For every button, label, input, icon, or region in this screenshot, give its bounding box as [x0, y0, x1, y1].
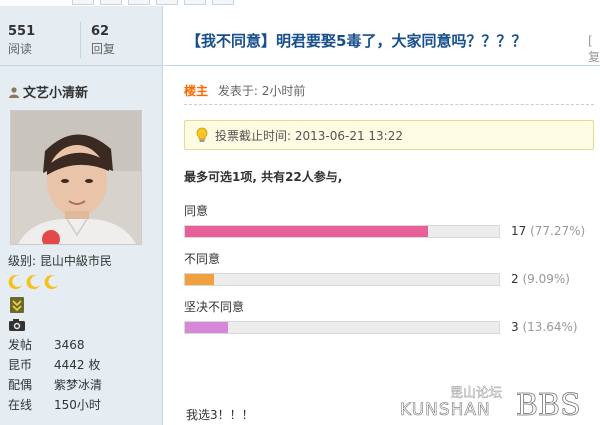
meta-divider [184, 104, 594, 105]
author-name-row[interactable]: 文艺小清新 [8, 82, 88, 101]
poll-summary: 最多可选1项, 共有22人参与, [184, 170, 343, 184]
thread-stats: 551 阅读 62 回复 [0, 6, 163, 66]
info-key: 配偶 [8, 378, 33, 392]
pager-button[interactable] [212, 0, 234, 5]
poll-option: 同意 17 (77.27%) [184, 203, 585, 238]
moon-icon [8, 275, 22, 290]
poll-bar-fill [185, 226, 428, 237]
watermark-bbs: BBS [516, 388, 581, 420]
replies-stat: 62 回复 [91, 24, 115, 58]
moon-icon [26, 275, 40, 290]
pager-button[interactable] [184, 0, 206, 5]
info-key: 发帖 [8, 338, 33, 352]
avatar-photo [11, 111, 141, 244]
info-row-coins: 昆币 4442 枚 [8, 355, 102, 375]
poll-bar-track [184, 273, 500, 286]
author-sidebar: 551 阅读 62 回复 文艺小清新 级别: 昆山中級市民 发帖 3468 昆币… [0, 6, 163, 425]
vote-deadline-box: 投票截止时间: 2013-06-21 13:22 [184, 120, 594, 150]
avatar[interactable] [10, 110, 142, 245]
kunshan-bbs-watermark: 昆山论坛 KUNSHAN BBS [400, 386, 581, 420]
views-stat: 551 阅读 [8, 24, 35, 58]
info-key: 昆币 [8, 358, 33, 372]
rank-moons [8, 274, 60, 290]
poll-option-percent: (9.09%) [522, 272, 570, 286]
info-row-posts: 发帖 3468 [8, 335, 102, 355]
poll-option-label: 同意 [184, 204, 209, 218]
watermark-en: KUNSHAN [400, 400, 491, 420]
moon-icon [44, 275, 58, 290]
vote-deadline-text: 投票截止时间: 2013-06-21 13:22 [215, 128, 403, 143]
post-meta: 楼主 发表于: 2小时前 [184, 82, 305, 99]
pager-button[interactable] [156, 0, 178, 5]
info-key: 在线 [8, 398, 33, 412]
author-info: 发帖 3468 昆币 4442 枚 配偶 紫梦冰清 在线 150小时 [8, 335, 102, 415]
poll-option-label: 坚决不同意 [184, 300, 245, 314]
info-value: 3468 [54, 338, 85, 352]
info-value: 紫梦冰清 [54, 378, 103, 392]
floor-label: 楼主 [184, 84, 209, 98]
poll-bar-fill [185, 274, 214, 285]
watermark-cn: 昆山论坛 [450, 386, 502, 401]
level-name-link[interactable]: 昆山中級市民 [40, 254, 112, 268]
replies-label: 回复 [91, 42, 116, 56]
thread-title-bar: 【我不同意】明君要娶5毒了，大家同意吗？？？？ [ 复 [164, 6, 600, 66]
stats-divider [80, 22, 81, 58]
poll-option-count: 17 [511, 224, 527, 238]
poll-option: 不同意 2 (9.09%) [184, 251, 570, 286]
camera-icon[interactable] [8, 318, 26, 335]
post-time: 发表于: 2小时前 [217, 84, 306, 98]
info-value: 4442 枚 [54, 358, 101, 372]
info-row-spouse: 配偶 紫梦冰清 [8, 375, 102, 395]
poll-option-result: 17 (77.27%) [511, 224, 585, 238]
poll-option-result: 2 (9.09%) [511, 272, 570, 286]
poll-option-count: 3 [511, 320, 519, 334]
views-label: 阅读 [8, 42, 33, 56]
replies-count: 62 [91, 24, 110, 39]
medal-icon[interactable] [8, 296, 26, 317]
pager-button[interactable] [128, 0, 150, 5]
poll-option: 坚决不同意 3 (13.64%) [184, 299, 578, 334]
info-row-online: 在线 150小时 [8, 395, 102, 415]
views-count: 551 [8, 24, 36, 39]
poll-option-count: 2 [511, 272, 519, 286]
level-label: 级别: [8, 254, 37, 268]
poll-bar-fill [185, 322, 228, 333]
user-level: 级别: 昆山中級市民 [8, 252, 112, 269]
poll-bar-track [184, 321, 500, 334]
user-online-icon [9, 86, 19, 98]
poll-option-percent: (13.64%) [522, 320, 578, 334]
author-name[interactable]: 文艺小清新 [23, 82, 88, 101]
thread-title: 【我不同意】明君要娶5毒了，大家同意吗？？？？ [186, 32, 527, 50]
pager-button[interactable] [72, 0, 94, 5]
post-body-text: 我选3！！！ [186, 408, 254, 422]
lightbulb-icon [196, 127, 208, 142]
poll-option-percent: (77.27%) [530, 224, 586, 238]
pager-button[interactable] [100, 0, 122, 5]
reply-link[interactable]: [ 复 [588, 34, 600, 65]
poll-option-result: 3 (13.64%) [511, 320, 578, 334]
info-value: 150小时 [54, 398, 101, 412]
poll-bar-track [184, 225, 500, 238]
poll-option-label: 不同意 [184, 252, 221, 266]
